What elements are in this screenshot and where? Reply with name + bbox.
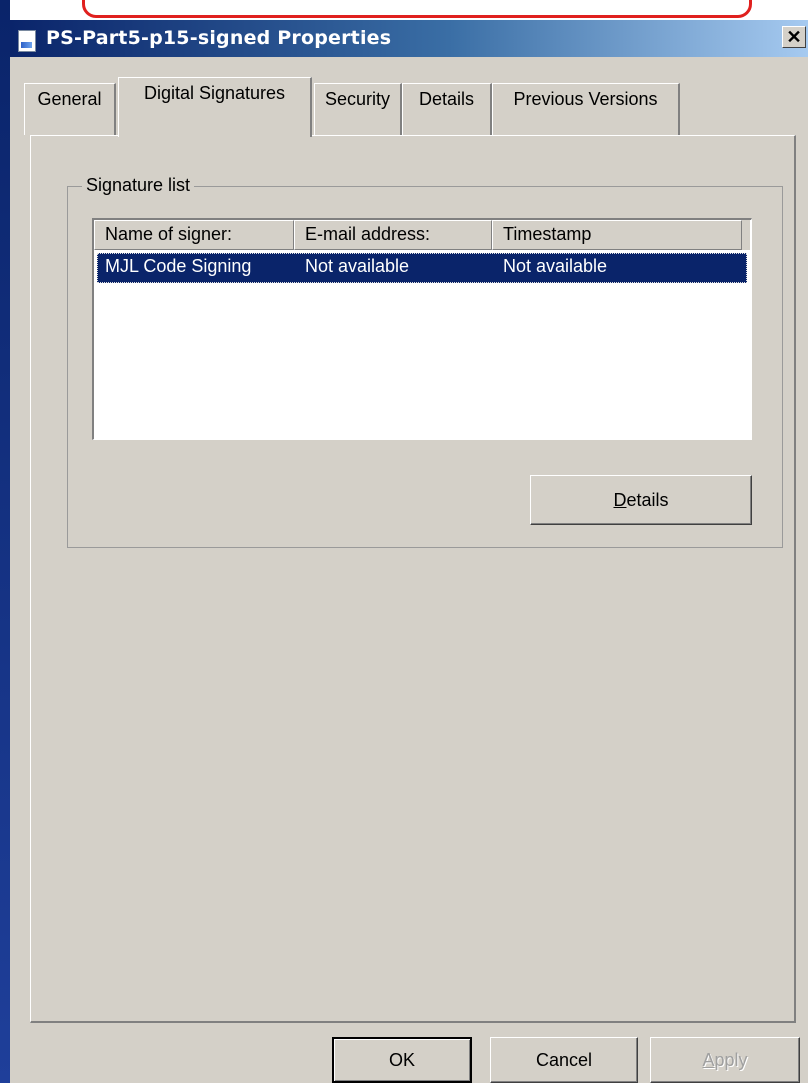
cancel-button[interactable]: Cancel	[490, 1037, 638, 1083]
apply-mnemonic: A	[702, 1050, 715, 1070]
column-header-timestamp[interactable]: Timestamp	[492, 220, 742, 250]
column-header-name[interactable]: Name of signer:	[94, 220, 294, 250]
tab-details[interactable]: Details	[402, 83, 492, 135]
column-header-email[interactable]: E-mail address:	[294, 220, 492, 250]
highlight-annotation	[82, 0, 752, 18]
cell-email: Not available	[305, 256, 410, 276]
document-icon	[18, 30, 36, 52]
details-button[interactable]: Details	[530, 475, 752, 525]
background-strip	[0, 0, 10, 1083]
ok-button[interactable]: OK	[332, 1037, 472, 1083]
window-title: PS-Part5-p15-signed Properties	[46, 27, 392, 49]
list-header: Name of signer: E-mail address: Timestam…	[94, 220, 750, 250]
title-bar[interactable]: PS-Part5-p15-signed Properties ✕	[10, 20, 808, 57]
tab-security[interactable]: Security	[314, 83, 402, 135]
apply-button: Apply	[650, 1037, 800, 1083]
close-icon[interactable]: ✕	[782, 26, 806, 48]
signature-row[interactable]: MJL Code Signing Not available Not avail…	[97, 253, 747, 283]
tab-digital-signatures[interactable]: Digital Signatures	[118, 77, 312, 137]
apply-label: pply	[714, 1050, 748, 1070]
details-mnemonic: D	[613, 490, 627, 510]
tab-general[interactable]: General	[24, 83, 116, 135]
cell-signer-name: MJL Code Signing	[105, 256, 252, 276]
details-label: etails	[626, 490, 669, 510]
properties-window: PS-Part5-p15-signed Properties ✕ General…	[10, 20, 808, 1083]
signature-listview[interactable]: Name of signer: E-mail address: Timestam…	[92, 218, 752, 440]
tab-previous-versions[interactable]: Previous Versions	[492, 83, 680, 135]
signature-list-label: Signature list	[82, 175, 195, 196]
tab-panel-digital-signatures: Signature list Name of signer: E-mail ad…	[30, 135, 796, 1023]
signature-list-group: Signature list Name of signer: E-mail ad…	[67, 175, 783, 548]
cell-timestamp: Not available	[503, 256, 608, 276]
